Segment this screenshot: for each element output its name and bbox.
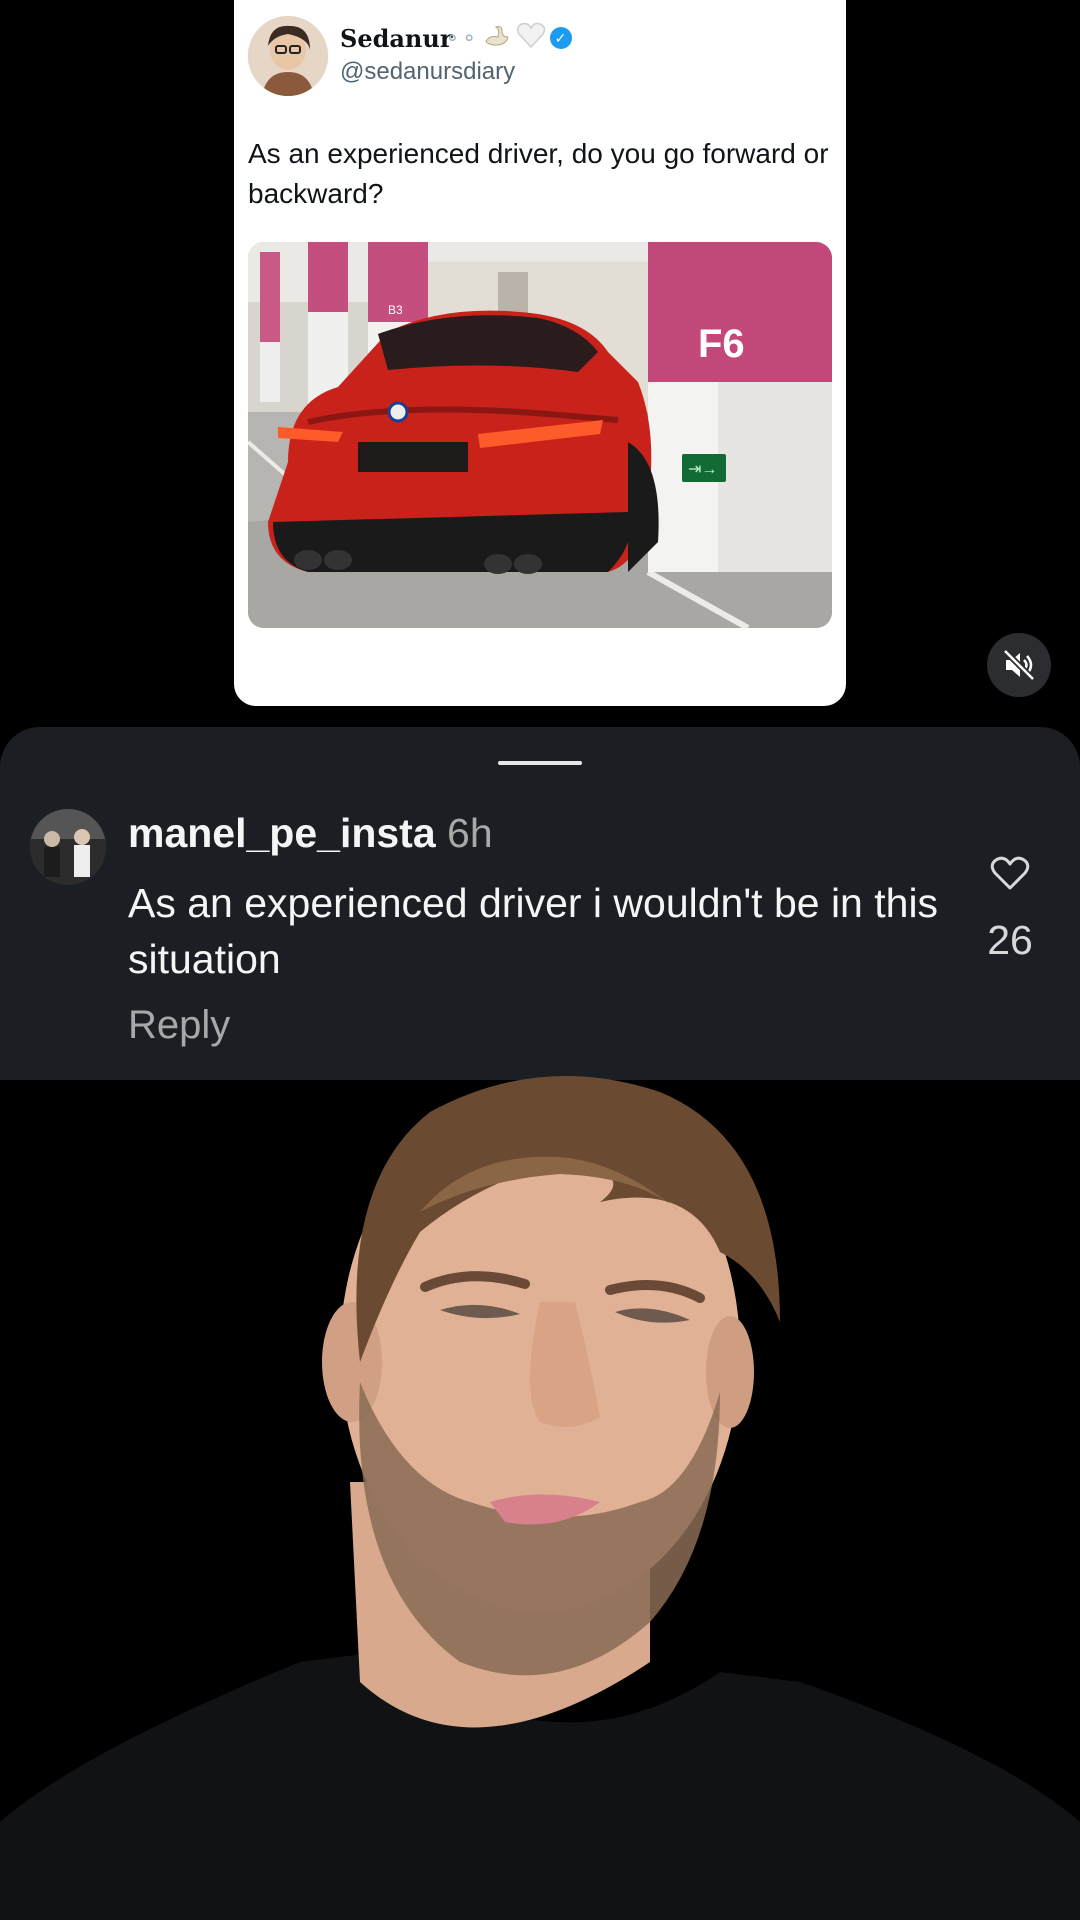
video-stage: Sedanur ⚬⚬ ✓ @sedanursdiary As an experi…: [0, 0, 1080, 1920]
comment-text: As an experienced driver i wouldn't be i…: [128, 880, 939, 982]
tweet-display-name: Sedanur: [340, 24, 453, 53]
tweet-text: As an experienced driver, do you go forw…: [248, 138, 829, 209]
parked-car-image: B3 F6 ⇥→: [248, 242, 832, 628]
tweet-card: Sedanur ⚬⚬ ✓ @sedanursdiary As an experi…: [234, 0, 846, 706]
comment-timestamp: 6h: [447, 810, 493, 856]
comment-header: manel_pe_insta 6h: [128, 810, 493, 857]
heart-outline-icon[interactable]: [990, 855, 1030, 891]
like-count: 26: [987, 917, 1033, 963]
swan-icon: [482, 23, 512, 53]
commenter-avatar[interactable]: [30, 809, 106, 885]
tweet-photo: B3 F6 ⇥→: [248, 242, 832, 628]
pillar-label-back: B3: [388, 303, 403, 317]
comment-sheet: manel_pe_insta 6h As an experienced driv…: [0, 727, 1080, 1080]
tweet-author-avatar: [248, 16, 328, 96]
heart-icon: [516, 21, 546, 56]
verified-badge-icon: ✓: [549, 27, 572, 49]
tweet-handle: @sedanursdiary: [340, 58, 516, 85]
sheet-drag-handle[interactable]: [498, 761, 582, 765]
tweet-name-emojis: ⚬⚬ ✓: [444, 22, 572, 54]
mute-button[interactable]: [987, 633, 1051, 697]
pillar-label-f6: F6: [698, 322, 745, 366]
dots-icon: ⚬⚬: [444, 27, 478, 50]
creator-video-person: [0, 1076, 1080, 1920]
reply-button[interactable]: Reply: [128, 1003, 230, 1048]
speaker-muted-icon: [1002, 648, 1036, 682]
comment-username[interactable]: manel_pe_insta: [128, 810, 436, 856]
svg-text:⇥→: ⇥→: [688, 461, 717, 478]
